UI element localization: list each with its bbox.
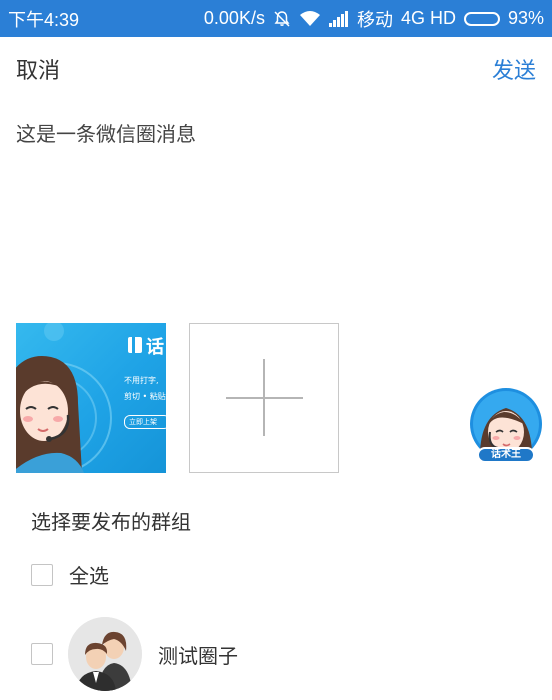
compose-header: 取消 发送 — [0, 37, 552, 103]
select-all-label: 全选 — [69, 564, 109, 588]
compose-screen: 下午4:39 0.00K/s 移动 4G HD 93% 取消 发送 这是一条微信… — [0, 0, 552, 700]
group-people-icon — [68, 617, 142, 691]
network-type: 4G HD — [400, 8, 456, 28]
message-input[interactable]: 这是一条微信圈消息 — [16, 118, 536, 308]
add-image-button[interactable] — [189, 323, 339, 473]
select-all-checkbox[interactable] — [31, 563, 53, 586]
group-avatar — [68, 617, 142, 691]
attached-image-thumbnail[interactable]: 话 不用打字, 剪切 • 粘贴 立即上架 — [16, 323, 166, 473]
bell-muted-icon — [273, 10, 291, 28]
thumb-line-2: 剪切 • 粘贴 — [124, 392, 166, 401]
send-button[interactable]: 发送 — [492, 53, 536, 85]
battery-percent: 93% — [507, 8, 544, 28]
thumb-cta-text: 立即上架 — [129, 418, 157, 426]
assistant-badge-text: 话术王 — [491, 449, 521, 460]
group-checkbox[interactable] — [31, 643, 53, 665]
thumb-brand-text: 话 — [146, 337, 164, 358]
status-indicators: 0.00K/s 移动 4G HD 93% — [204, 6, 544, 32]
status-time: 下午4:39 — [8, 9, 80, 30]
battery-icon — [463, 11, 500, 26]
group-row[interactable]: 测试圈子 — [31, 617, 238, 691]
group-section-title: 选择要发布的群组 — [31, 510, 191, 534]
assistant-float-button[interactable]: 话术王 — [466, 386, 546, 468]
signal-icon — [328, 10, 349, 27]
select-all-row[interactable]: 全选 — [31, 560, 109, 589]
wifi-icon — [299, 10, 321, 28]
cancel-button[interactable]: 取消 — [16, 53, 60, 85]
thumb-line-1: 不用打字, — [124, 376, 159, 385]
plus-icon — [226, 359, 303, 436]
group-name: 测试圈子 — [158, 643, 238, 668]
carrier-name: 移动 — [356, 9, 393, 30]
thumb-cta-outline: 立即上架 — [124, 415, 166, 429]
status-bar: 下午4:39 0.00K/s 移动 4G HD 93% — [0, 0, 552, 37]
net-speed: 0.00K/s — [203, 8, 265, 28]
